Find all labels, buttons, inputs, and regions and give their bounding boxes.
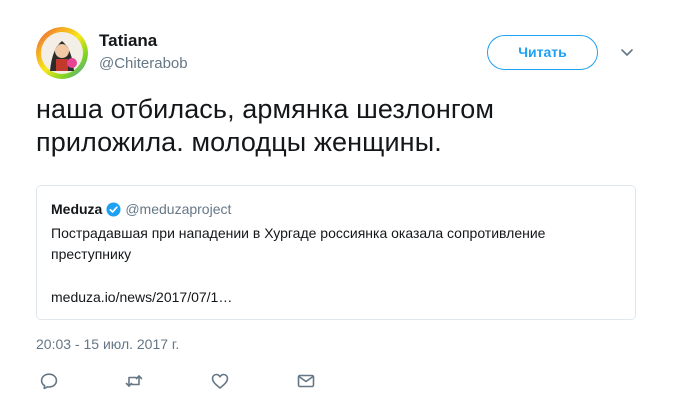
author-username[interactable]: @Chiterabob [99, 54, 188, 74]
quoted-tweet-header: Meduza @meduzaproject [51, 200, 231, 218]
verified-badge-icon [106, 201, 121, 217]
author-display-name[interactable]: Tatiana [99, 31, 157, 51]
avatar-image [36, 27, 88, 79]
envelope-icon[interactable] [296, 371, 316, 391]
heart-icon[interactable] [210, 371, 230, 391]
tweet-text: наша отбилась, армянка шезлонгом приложи… [36, 94, 495, 157]
follow-button[interactable]: Читать [487, 35, 598, 70]
tweet-timestamp[interactable]: 20:03 - 15 июл. 2017 г. [36, 335, 179, 353]
tweet-card: Tatiana @Chiterabob Читать наша отбилась… [0, 0, 675, 412]
quoted-tweet-text: Пострадавшая при нападении в Хургаде рос… [51, 225, 546, 262]
quoted-author-name: Meduza [51, 201, 103, 217]
quoted-tweet-link[interactable]: meduza.io/news/2017/07/1… [51, 287, 232, 307]
quoted-author-username: @meduzaproject [125, 201, 232, 217]
quoted-tweet[interactable]: Meduza @meduzaproject Пострадавшая при н… [36, 185, 636, 320]
chevron-down-icon[interactable] [619, 44, 635, 60]
retweet-icon[interactable] [124, 371, 144, 391]
reply-icon[interactable] [39, 371, 59, 391]
avatar[interactable] [36, 27, 88, 79]
